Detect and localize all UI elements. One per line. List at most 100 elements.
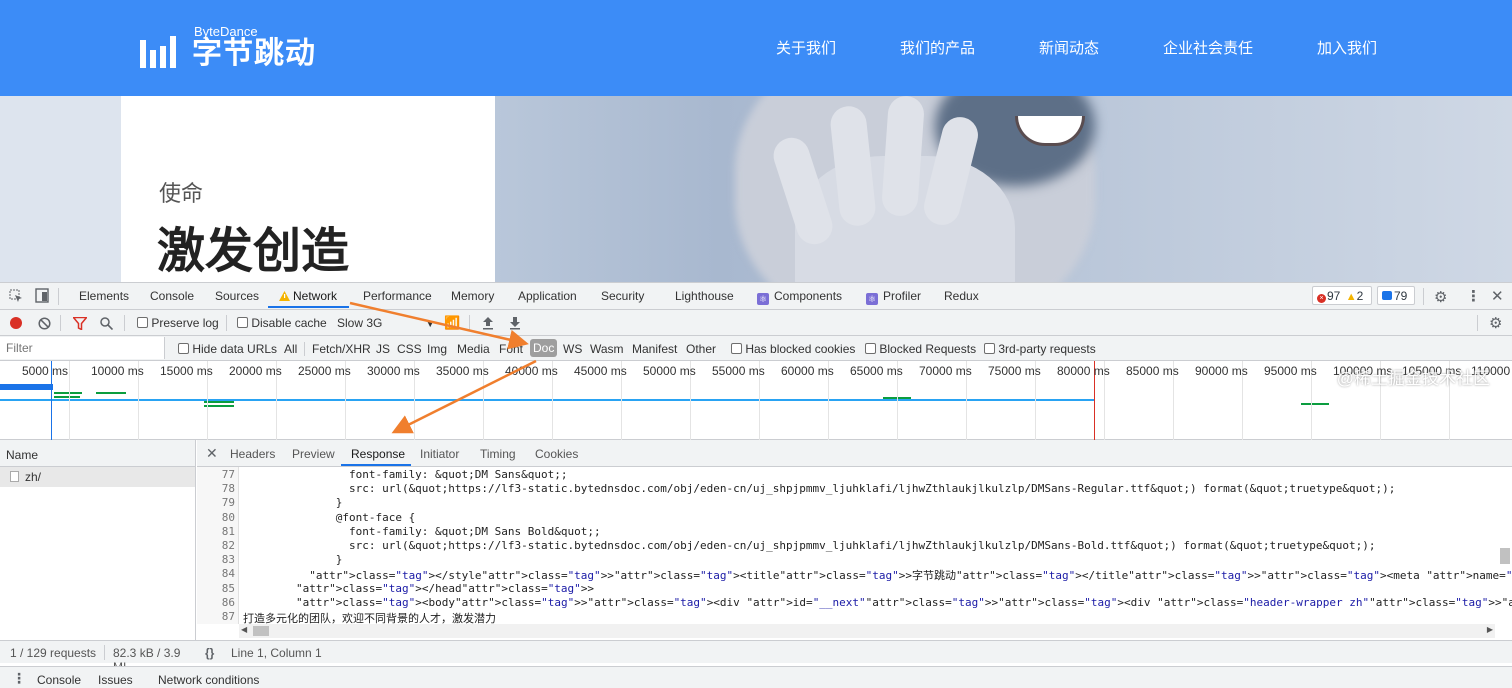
tab-security[interactable]: Security	[601, 289, 644, 303]
more-options-icon[interactable]: ⋮	[1466, 287, 1481, 305]
record-icon[interactable]	[10, 317, 22, 329]
scroll-left-icon[interactable]: ◀	[241, 625, 247, 634]
toolbar-divider	[469, 315, 470, 331]
tab-elements[interactable]: Elements	[79, 289, 129, 303]
filter-type-manifest[interactable]: Manifest	[632, 342, 677, 356]
tab-cookies[interactable]: Cookies	[535, 447, 578, 461]
tab-lighthouse[interactable]: Lighthouse	[675, 289, 734, 303]
filter-type-media[interactable]: Media	[457, 342, 490, 356]
nav-csr[interactable]: 企业社会责任	[1163, 37, 1253, 58]
filter-type-css[interactable]: CSS	[397, 342, 422, 356]
tab-performance[interactable]: Performance	[363, 289, 432, 303]
network-toolbar: Preserve log Disable cache Slow 3G ▼ 📶 ⚙	[0, 310, 1512, 336]
tab-timing[interactable]: Timing	[480, 447, 516, 461]
site-nav: 关于我们 我们的产品 新闻动态 企业社会责任 加入我们	[0, 37, 1512, 57]
mission-label: 使命	[159, 181, 204, 206]
filter-type-fetch-xhr[interactable]: Fetch/XHR	[312, 342, 371, 356]
tab-memory[interactable]: Memory	[451, 289, 494, 303]
request-row[interactable]: zh/	[0, 467, 195, 487]
timeline-tick-label: 50000 ms	[643, 364, 696, 378]
preserve-log-checkbox[interactable]: Preserve log	[137, 316, 219, 330]
drawer-tab-network-conditions[interactable]: Network conditions	[158, 673, 259, 687]
drawer-menu-icon[interactable]: ⋮	[12, 670, 26, 687]
close-devtools-icon[interactable]: ✕	[1491, 287, 1504, 305]
close-details-icon[interactable]: ✕	[206, 445, 218, 462]
overview-green-bar	[54, 396, 80, 398]
tab-profiler[interactable]: ⚛ Profiler	[866, 289, 921, 305]
hero-photo	[495, 96, 1512, 282]
filter-funnel-icon[interactable]	[73, 317, 87, 330]
timeline-tick-label: 90000 ms	[1195, 364, 1248, 378]
issues-counter[interactable]: × 97 ▲2	[1312, 286, 1372, 305]
overview-green-bar	[204, 405, 234, 407]
line-number: 83	[221, 553, 235, 567]
filter-type-wasm[interactable]: Wasm	[590, 342, 624, 356]
drawer-tab-bar: ⋮ Console Issues Network conditions	[0, 666, 1512, 688]
settings-gear-icon[interactable]: ⚙	[1434, 288, 1447, 306]
network-conditions-icon[interactable]: 📶	[444, 315, 460, 331]
horizontal-scroll-thumb[interactable]	[253, 626, 269, 636]
pretty-print-icon[interactable]: {}	[205, 646, 214, 660]
tab-application[interactable]: Application	[518, 289, 577, 303]
toolbar-divider	[226, 315, 227, 331]
device-toolbar-icon[interactable]	[35, 288, 49, 303]
has-blocked-cookies-label: Has blocked cookies	[745, 342, 856, 356]
export-har-icon[interactable]	[509, 316, 521, 330]
drawer-tab-issues[interactable]: Issues	[98, 673, 133, 687]
response-source-view[interactable]: 77 font-family: &quot;DM Sans&quot;; 78 s…	[197, 467, 1512, 624]
filter-type-font[interactable]: Font	[499, 342, 523, 356]
clear-icon[interactable]	[38, 317, 51, 330]
search-icon[interactable]	[100, 317, 113, 330]
timeline-tick-label: 45000 ms	[574, 364, 627, 378]
nav-about[interactable]: 关于我们	[776, 37, 836, 58]
tab-initiator[interactable]: Initiator	[420, 447, 459, 461]
timeline-tick-label: 35000 ms	[436, 364, 489, 378]
tab-response[interactable]: Response	[351, 447, 405, 461]
nav-join[interactable]: 加入我们	[1317, 37, 1377, 58]
filter-type-img[interactable]: Img	[427, 342, 447, 356]
scroll-right-icon[interactable]: ▶	[1487, 625, 1493, 634]
timeline-tick-label: 80000 ms	[1057, 364, 1110, 378]
filter-type-ws[interactable]: WS	[563, 342, 582, 356]
network-settings-gear-icon[interactable]: ⚙	[1489, 314, 1502, 332]
details-tab-bar: ✕ Headers Preview Response Initiator Tim…	[197, 440, 1512, 467]
tab-sources[interactable]: Sources	[215, 289, 259, 303]
filter-type-doc[interactable]: Doc	[530, 339, 558, 357]
drawer-tab-console[interactable]: Console	[37, 673, 81, 687]
blocked-requests-checkbox[interactable]: Blocked Requests	[865, 342, 976, 356]
third-party-requests-checkbox[interactable]: 3rd-party requests	[984, 342, 1096, 356]
site-header: ByteDance 字节跳动 关于我们 我们的产品 新闻动态 企业社会责任 加入…	[0, 0, 1512, 96]
filter-type-all[interactable]: All	[284, 342, 297, 356]
throttling-select[interactable]: Slow 3G ▼	[337, 316, 435, 330]
code-line: font-family: &quot;DM Sans&quot;;	[243, 468, 568, 481]
toolbar-divider	[58, 288, 59, 305]
name-column-header[interactable]: Name	[0, 440, 195, 467]
active-details-tab-indicator	[341, 464, 411, 466]
active-tab-indicator	[268, 306, 349, 308]
import-har-icon[interactable]	[482, 316, 494, 330]
third-party-requests-label: 3rd-party requests	[998, 342, 1096, 356]
tab-preview[interactable]: Preview	[292, 447, 335, 461]
disable-cache-checkbox[interactable]: Disable cache	[237, 316, 327, 330]
messages-counter[interactable]: 79	[1377, 286, 1415, 305]
error-count: 97	[1327, 289, 1341, 303]
has-blocked-cookies-checkbox[interactable]: Has blocked cookies	[731, 342, 855, 356]
inspect-element-icon[interactable]	[9, 289, 23, 303]
horizontal-scrollbar[interactable]: ◀ ▶	[239, 624, 1495, 638]
filter-type-other[interactable]: Other	[686, 342, 716, 356]
devtools-panel: Elements Console Sources Network Perform…	[0, 282, 1512, 688]
hide-data-urls-checkbox[interactable]: Hide data URLs	[178, 342, 277, 356]
code-line: 打造多元化的团队，欢迎不同背景的人才，激发潜力	[243, 612, 496, 624]
vertical-scroll-thumb[interactable]	[1500, 548, 1510, 564]
nav-products[interactable]: 我们的产品	[900, 37, 975, 58]
tab-headers[interactable]: Headers	[230, 447, 275, 461]
network-overview-timeline[interactable]: 5000 ms 10000 ms 15000 ms 20000 ms 25000 ms 3…	[0, 361, 1512, 440]
tab-console[interactable]: Console	[150, 289, 194, 303]
filter-input[interactable]	[0, 337, 165, 359]
message-icon	[1382, 291, 1392, 300]
tab-network[interactable]: Network	[279, 289, 337, 303]
filter-type-js[interactable]: JS	[376, 342, 390, 356]
tab-components[interactable]: ⚛ Components	[757, 289, 842, 305]
nav-news[interactable]: 新闻动态	[1039, 37, 1099, 58]
tab-redux[interactable]: Redux	[944, 289, 979, 303]
